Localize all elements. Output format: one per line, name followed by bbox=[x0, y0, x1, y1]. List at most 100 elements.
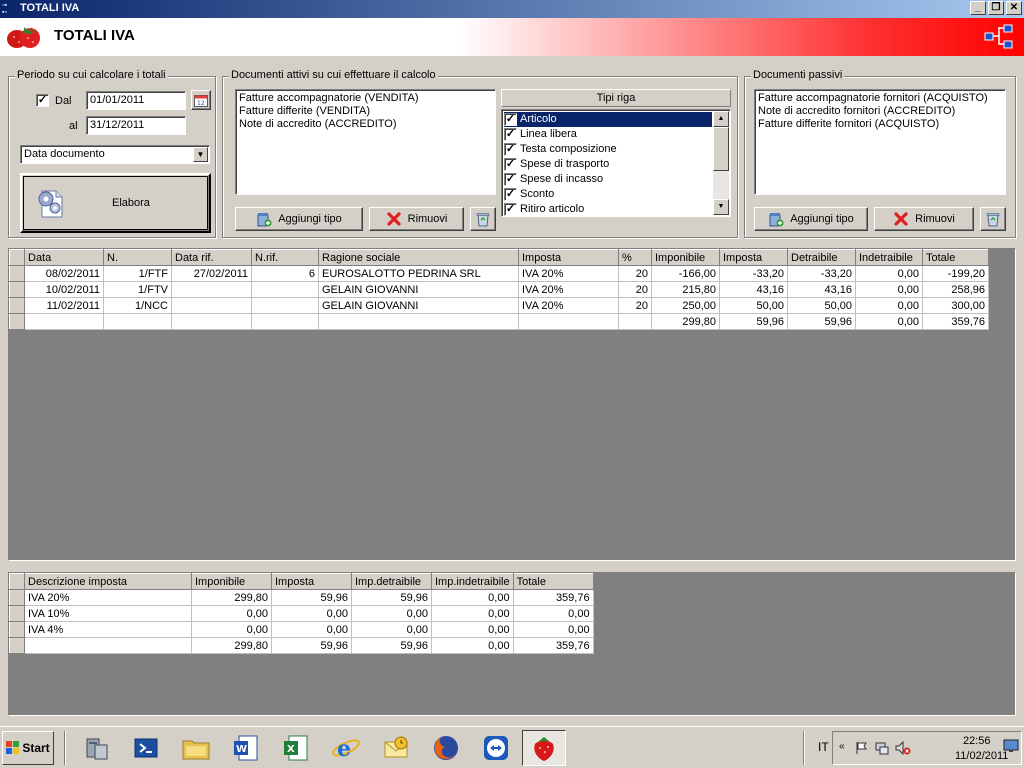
row-indicator[interactable] bbox=[9, 297, 25, 314]
table-row[interactable]: 08/02/2011 1/FTF 27/02/2011 6 EUROSALOTT… bbox=[9, 265, 989, 282]
network-icon[interactable] bbox=[984, 24, 1014, 50]
column-header[interactable]: Data bbox=[24, 249, 104, 266]
list-item[interactable]: ✓ Articolo bbox=[504, 112, 712, 127]
scroll-down-arrow[interactable]: ▼ bbox=[713, 199, 729, 215]
dal-date-field[interactable]: 01/01/2011 bbox=[86, 91, 186, 110]
table-cell[interactable]: 20 bbox=[618, 281, 652, 298]
rimuovi-button[interactable]: Rimuovi bbox=[369, 207, 464, 231]
powershell-icon[interactable] bbox=[124, 730, 168, 766]
action-center-flag-icon[interactable] bbox=[855, 741, 869, 755]
table-cell[interactable] bbox=[251, 281, 319, 298]
scroll-thumb[interactable] bbox=[713, 127, 729, 171]
table-cell[interactable]: IVA 20% bbox=[518, 281, 619, 298]
passivi-documents-list[interactable]: Fatture accompagnatorie fornitori (ACQUI… bbox=[754, 89, 1006, 195]
documents-grid-area[interactable]: Data N. Data rif. N.rif. Ragione sociale… bbox=[8, 248, 1016, 561]
table-cell[interactable]: 0,00 bbox=[431, 637, 514, 654]
table-cell[interactable]: 0,00 bbox=[431, 605, 514, 622]
totals-row[interactable]: 299,80 59,96 59,96 0,00 359,76 bbox=[9, 313, 989, 330]
table-cell[interactable]: 11/02/2011 bbox=[24, 297, 104, 314]
tipo-checkbox[interactable]: ✓ bbox=[504, 158, 517, 171]
dal-checkbox[interactable]: ✓ bbox=[36, 94, 49, 107]
word-icon[interactable]: W bbox=[224, 730, 268, 766]
table-cell[interactable]: 359,76 bbox=[512, 637, 594, 654]
column-header[interactable]: Imposta bbox=[719, 249, 788, 266]
excel-icon[interactable]: X bbox=[274, 730, 318, 766]
column-header[interactable]: Imposta bbox=[518, 249, 619, 266]
row-indicator[interactable] bbox=[9, 281, 25, 298]
table-cell[interactable]: IVA 20% bbox=[24, 589, 192, 606]
table-cell[interactable]: 1/NCC bbox=[103, 297, 172, 314]
table-row[interactable]: 10/02/2011 1/FTV GELAIN GIOVANNI IVA 20%… bbox=[9, 281, 989, 298]
table-cell[interactable]: 299,80 bbox=[651, 313, 720, 330]
date-type-select[interactable]: Data documento ▼ bbox=[20, 145, 210, 164]
clock-date[interactable]: 11/02/2011 bbox=[955, 750, 1008, 762]
tipi-riga-list[interactable]: ✓ Articolo ✓ Linea libera ✓ Testa composizi… bbox=[501, 109, 731, 217]
table-cell[interactable]: IVA 4% bbox=[24, 621, 192, 638]
explorer-icon[interactable] bbox=[174, 730, 218, 766]
column-header[interactable]: Imp.indetraibile bbox=[431, 573, 514, 590]
column-header[interactable]: Descrizione imposta bbox=[24, 573, 192, 590]
tipo-checkbox[interactable]: ✓ bbox=[504, 173, 517, 186]
table-cell[interactable]: 0,00 bbox=[855, 265, 923, 282]
table-cell[interactable]: -33,20 bbox=[719, 265, 788, 282]
list-item[interactable]: ✓ Ritiro articolo bbox=[504, 202, 712, 217]
teamviewer-icon[interactable] bbox=[474, 730, 518, 766]
show-hidden-icons-icon[interactable]: « bbox=[839, 741, 845, 752]
al-date-field[interactable]: 31/12/2011 bbox=[86, 116, 186, 135]
recycle-bin-button[interactable] bbox=[980, 207, 1006, 231]
table-cell[interactable]: 43,16 bbox=[787, 281, 856, 298]
column-header[interactable]: Imp.detraibile bbox=[351, 573, 432, 590]
totals-row[interactable]: 299,80 59,96 59,96 0,00 359,76 bbox=[9, 637, 594, 654]
table-cell[interactable]: 20 bbox=[618, 265, 652, 282]
table-cell[interactable] bbox=[618, 313, 652, 330]
table-cell[interactable]: 0,00 bbox=[512, 605, 594, 622]
outlook-icon[interactable] bbox=[374, 730, 418, 766]
table-cell[interactable]: 300,00 bbox=[922, 297, 989, 314]
table-cell[interactable]: 59,96 bbox=[271, 637, 352, 654]
table-cell[interactable]: 59,96 bbox=[351, 637, 432, 654]
table-cell[interactable]: 59,96 bbox=[719, 313, 788, 330]
column-header[interactable]: Totale bbox=[512, 573, 594, 590]
column-header[interactable]: % bbox=[618, 249, 652, 266]
table-cell[interactable]: 0,00 bbox=[191, 621, 272, 638]
clock-time[interactable]: 22:56 bbox=[963, 735, 991, 747]
table-cell[interactable]: 0,00 bbox=[271, 621, 352, 638]
list-item[interactable]: Fatture differite fornitori (ACQUISTO) bbox=[758, 118, 1002, 131]
table-cell[interactable]: -33,20 bbox=[787, 265, 856, 282]
table-cell[interactable]: 0,00 bbox=[431, 621, 514, 638]
tipo-checkbox[interactable]: ✓ bbox=[504, 203, 517, 216]
column-header[interactable]: N.rif. bbox=[251, 249, 319, 266]
summary-grid[interactable]: Descrizione imposta Imponibile Imposta I… bbox=[9, 573, 594, 654]
table-cell[interactable]: 0,00 bbox=[351, 605, 432, 622]
chevron-down-icon[interactable]: ▼ bbox=[193, 147, 208, 162]
table-cell[interactable] bbox=[171, 281, 252, 298]
table-cell[interactable]: 359,76 bbox=[922, 313, 989, 330]
table-cell[interactable]: 0,00 bbox=[351, 621, 432, 638]
table-cell[interactable]: 0,00 bbox=[271, 605, 352, 622]
column-header[interactable]: Indetraibile bbox=[855, 249, 923, 266]
list-item[interactable]: ✓ Sconto bbox=[504, 187, 712, 202]
table-cell[interactable] bbox=[24, 637, 192, 654]
table-cell[interactable]: 27/02/2011 bbox=[171, 265, 252, 282]
rimuovi-passivi-button[interactable]: Rimuovi bbox=[874, 207, 974, 231]
attivi-documents-list[interactable]: Fatture accompagnatorie (VENDITA) Fattur… bbox=[235, 89, 496, 195]
row-indicator[interactable] bbox=[9, 313, 25, 330]
scrollbar[interactable]: ▲ ▼ bbox=[713, 111, 729, 215]
list-item[interactable]: Note di accredito fornitori (ACCREDITO) bbox=[758, 105, 1002, 118]
tipo-checkbox[interactable]: ✓ bbox=[504, 188, 517, 201]
scroll-up-arrow[interactable]: ▲ bbox=[713, 111, 729, 127]
column-header[interactable]: Imposta bbox=[271, 573, 352, 590]
column-header[interactable]: Detraibile bbox=[787, 249, 856, 266]
table-cell[interactable]: 0,00 bbox=[512, 621, 594, 638]
server-manager-icon[interactable] bbox=[74, 730, 118, 766]
table-row[interactable]: IVA 4% 0,00 0,00 0,00 0,00 0,00 bbox=[9, 621, 594, 638]
table-cell[interactable]: 250,00 bbox=[651, 297, 720, 314]
table-cell[interactable]: 50,00 bbox=[787, 297, 856, 314]
table-cell[interactable]: 258,96 bbox=[922, 281, 989, 298]
list-item[interactable]: Note di accredito (ACCREDITO) bbox=[239, 118, 492, 131]
table-cell[interactable]: GELAIN GIOVANNI bbox=[318, 281, 519, 298]
table-row[interactable]: IVA 10% 0,00 0,00 0,00 0,00 0,00 bbox=[9, 605, 594, 622]
row-indicator[interactable] bbox=[9, 637, 25, 654]
table-cell[interactable]: 0,00 bbox=[855, 297, 923, 314]
list-item[interactable]: ✓ Testa composizione bbox=[504, 142, 712, 157]
